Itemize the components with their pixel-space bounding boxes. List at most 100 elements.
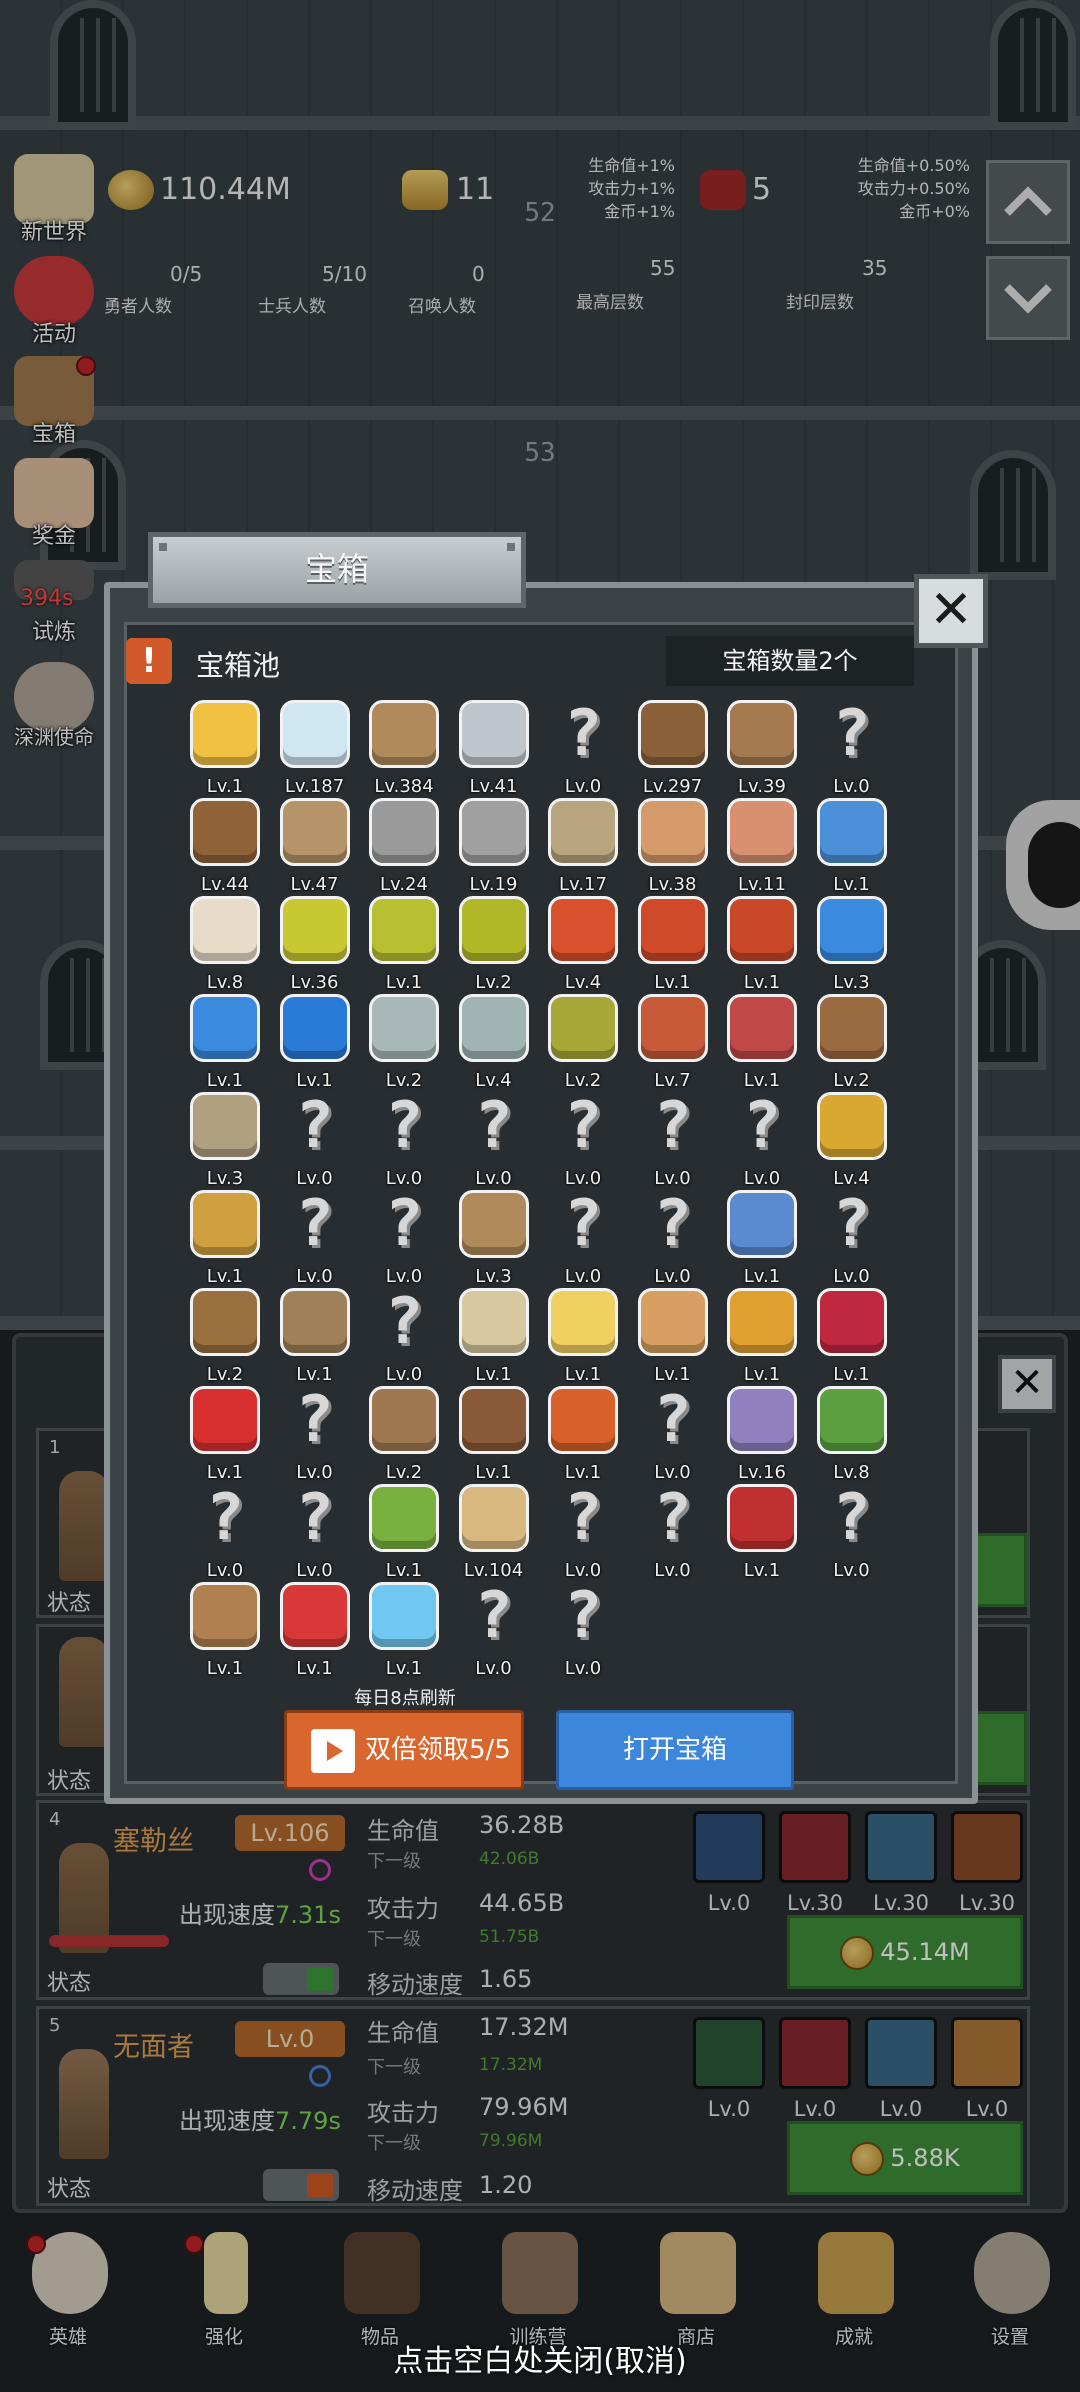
chest-item-slot[interactable]: Lv.2	[359, 994, 449, 1092]
chest-item-slot[interactable]: Lv.16	[717, 1386, 807, 1484]
chest-item-slot[interactable]: Lv.47	[270, 798, 360, 896]
item-level: Lv.36	[290, 972, 339, 993]
chest-item-slot[interactable]: Lv.1	[717, 896, 807, 994]
chest-item-slot[interactable]: Lv.1	[180, 700, 270, 798]
item-level: Lv.44	[201, 874, 249, 895]
chest-item-slot[interactable]: Lv.44	[180, 798, 270, 896]
open-chest-button[interactable]: 打开宝箱	[556, 1710, 794, 1790]
chest-item-slot[interactable]: Lv.2	[449, 896, 539, 994]
unknown-item-icon: ?	[295, 1089, 334, 1163]
chest-item-slot[interactable]: Lv.7	[628, 994, 718, 1092]
chest-item-slot[interactable]: Lv.1	[359, 896, 449, 994]
chest-item-slot[interactable]: Lv.2	[807, 994, 897, 1092]
chest-item-slot[interactable]: Lv.4	[449, 994, 539, 1092]
chest-item-slot[interactable]: ? Lv.0	[449, 1092, 539, 1190]
chest-item-slot[interactable]: Lv.36	[270, 896, 360, 994]
chest-item-slot[interactable]: Lv.8	[180, 896, 270, 994]
chest-item-slot[interactable]: Lv.1	[270, 994, 360, 1092]
chest-item-slot[interactable]: Lv.39	[717, 700, 807, 798]
chest-item-slot[interactable]: ? Lv.0	[628, 1092, 718, 1190]
chest-item-slot[interactable]: Lv.11	[717, 798, 807, 896]
chest-item-slot[interactable]: Lv.1	[449, 1386, 539, 1484]
chest-item-slot[interactable]: ? Lv.0	[538, 700, 628, 798]
olive-potion-icon	[548, 994, 618, 1062]
chest-item-slot[interactable]: Lv.1	[807, 798, 897, 896]
chest-item-slot[interactable]: Lv.1	[628, 1288, 718, 1386]
chest-item-slot[interactable]: Lv.3	[180, 1092, 270, 1190]
chest-item-slot[interactable]: Lv.1	[180, 994, 270, 1092]
item-level: Lv.8	[206, 972, 244, 993]
chest-item-slot[interactable]: Lv.41	[449, 700, 539, 798]
chest-item-slot[interactable]: ? Lv.0	[628, 1190, 718, 1288]
chest-item-slot[interactable]: Lv.17	[538, 798, 628, 896]
chest-item-slot[interactable]: Lv.104	[449, 1484, 539, 1582]
yellow-potion-icon	[279, 896, 350, 964]
chest-item-slot[interactable]: ? Lv.0	[270, 1190, 360, 1288]
unknown-item-icon: ?	[474, 1089, 513, 1163]
item-level: Lv.17	[559, 874, 607, 895]
chest-item-slot[interactable]: Lv.2	[359, 1386, 449, 1484]
item-level: Lv.1	[743, 1266, 781, 1287]
chest-item-slot[interactable]: Lv.187	[270, 700, 360, 798]
chest-item-slot[interactable]: Lv.1	[270, 1288, 360, 1386]
chest-item-slot[interactable]: Lv.1	[807, 1288, 897, 1386]
chest-item-slot[interactable]: Lv.1	[717, 1190, 807, 1288]
chest-item-slot[interactable]: ? Lv.0	[359, 1092, 449, 1190]
chest-item-slot[interactable]: ? Lv.0	[538, 1582, 628, 1680]
bow-icon	[369, 1386, 439, 1454]
chest-item-slot[interactable]: ? Lv.0	[807, 700, 897, 798]
chest-item-slot[interactable]: ? Lv.0	[538, 1092, 628, 1190]
chest-item-slot[interactable]: ? Lv.0	[628, 1386, 718, 1484]
chest-item-slot[interactable]: Lv.2	[180, 1288, 270, 1386]
chest-item-slot[interactable]: ? Lv.0	[180, 1484, 270, 1582]
chest-item-slot[interactable]: ? Lv.0	[359, 1288, 449, 1386]
chest-item-slot[interactable]: ? Lv.0	[359, 1190, 449, 1288]
item-level: Lv.0	[833, 1560, 870, 1581]
chest-item-slot[interactable]: ? Lv.0	[538, 1484, 628, 1582]
wooden-sword-icon	[369, 700, 439, 768]
warning-icon[interactable]: !	[126, 638, 172, 684]
chest-item-slot[interactable]: Lv.1	[628, 896, 718, 994]
chest-item-slot[interactable]: Lv.1	[717, 1484, 807, 1582]
chest-item-slot[interactable]: ? Lv.0	[270, 1092, 360, 1190]
chest-item-slot[interactable]: ? Lv.0	[628, 1484, 718, 1582]
chest-item-slot[interactable]: Lv.1	[717, 994, 807, 1092]
chest-item-slot[interactable]: Lv.2	[538, 994, 628, 1092]
chest-item-slot[interactable]: Lv.1	[717, 1288, 807, 1386]
chest-item-slot[interactable]: ? Lv.0	[270, 1386, 360, 1484]
chest-item-slot[interactable]: Lv.1	[180, 1582, 270, 1680]
blue-potion-icon	[816, 896, 887, 964]
chest-item-slot[interactable]: Lv.1	[359, 1582, 449, 1680]
chest-item-slot[interactable]: ? Lv.0	[807, 1190, 897, 1288]
open-chest-label: 打开宝箱	[622, 1735, 727, 1765]
chest-item-slot[interactable]: Lv.8	[807, 1386, 897, 1484]
chest-item-slot[interactable]: ? Lv.0	[538, 1190, 628, 1288]
unknown-item-icon: ?	[384, 1187, 424, 1261]
chest-item-slot[interactable]: ? Lv.0	[717, 1092, 807, 1190]
item-level: Lv.1	[296, 1658, 333, 1679]
item-level: Lv.0	[296, 1168, 333, 1189]
chest-item-slot[interactable]: Lv.4	[538, 896, 628, 994]
chest-item-slot[interactable]: Lv.3	[807, 896, 897, 994]
chest-item-slot[interactable]: Lv.1	[538, 1288, 628, 1386]
chest-item-slot[interactable]: ? Lv.0	[270, 1484, 360, 1582]
chest-item-slot[interactable]: Lv.19	[449, 798, 539, 896]
chest-item-slot[interactable]: Lv.24	[359, 798, 449, 896]
dialog-close-button[interactable]: ✕	[914, 574, 988, 648]
chest-item-slot[interactable]: Lv.38	[628, 798, 718, 896]
chest-item-slot[interactable]: Lv.1	[180, 1190, 270, 1288]
chest-item-slot[interactable]: Lv.1	[359, 1484, 449, 1582]
chest-item-slot[interactable]: ? Lv.0	[449, 1582, 539, 1680]
chest-item-slot[interactable]: Lv.1	[538, 1386, 628, 1484]
beer-mug-icon	[458, 1484, 529, 1552]
chest-item-slot[interactable]: ? Lv.0	[807, 1484, 897, 1582]
chest-item-slot[interactable]: Lv.4	[807, 1092, 897, 1190]
chest-item-slot[interactable]: Lv.3	[449, 1190, 539, 1288]
great-helm-icon	[548, 798, 618, 866]
chest-item-slot[interactable]: Lv.297	[628, 700, 718, 798]
double-claim-button[interactable]: 双倍领取5/5	[284, 1710, 524, 1790]
chest-item-slot[interactable]: Lv.384	[359, 700, 449, 798]
chest-item-slot[interactable]: Lv.1	[180, 1386, 270, 1484]
chest-item-slot[interactable]: Lv.1	[270, 1582, 360, 1680]
chest-item-slot[interactable]: Lv.1	[449, 1288, 539, 1386]
